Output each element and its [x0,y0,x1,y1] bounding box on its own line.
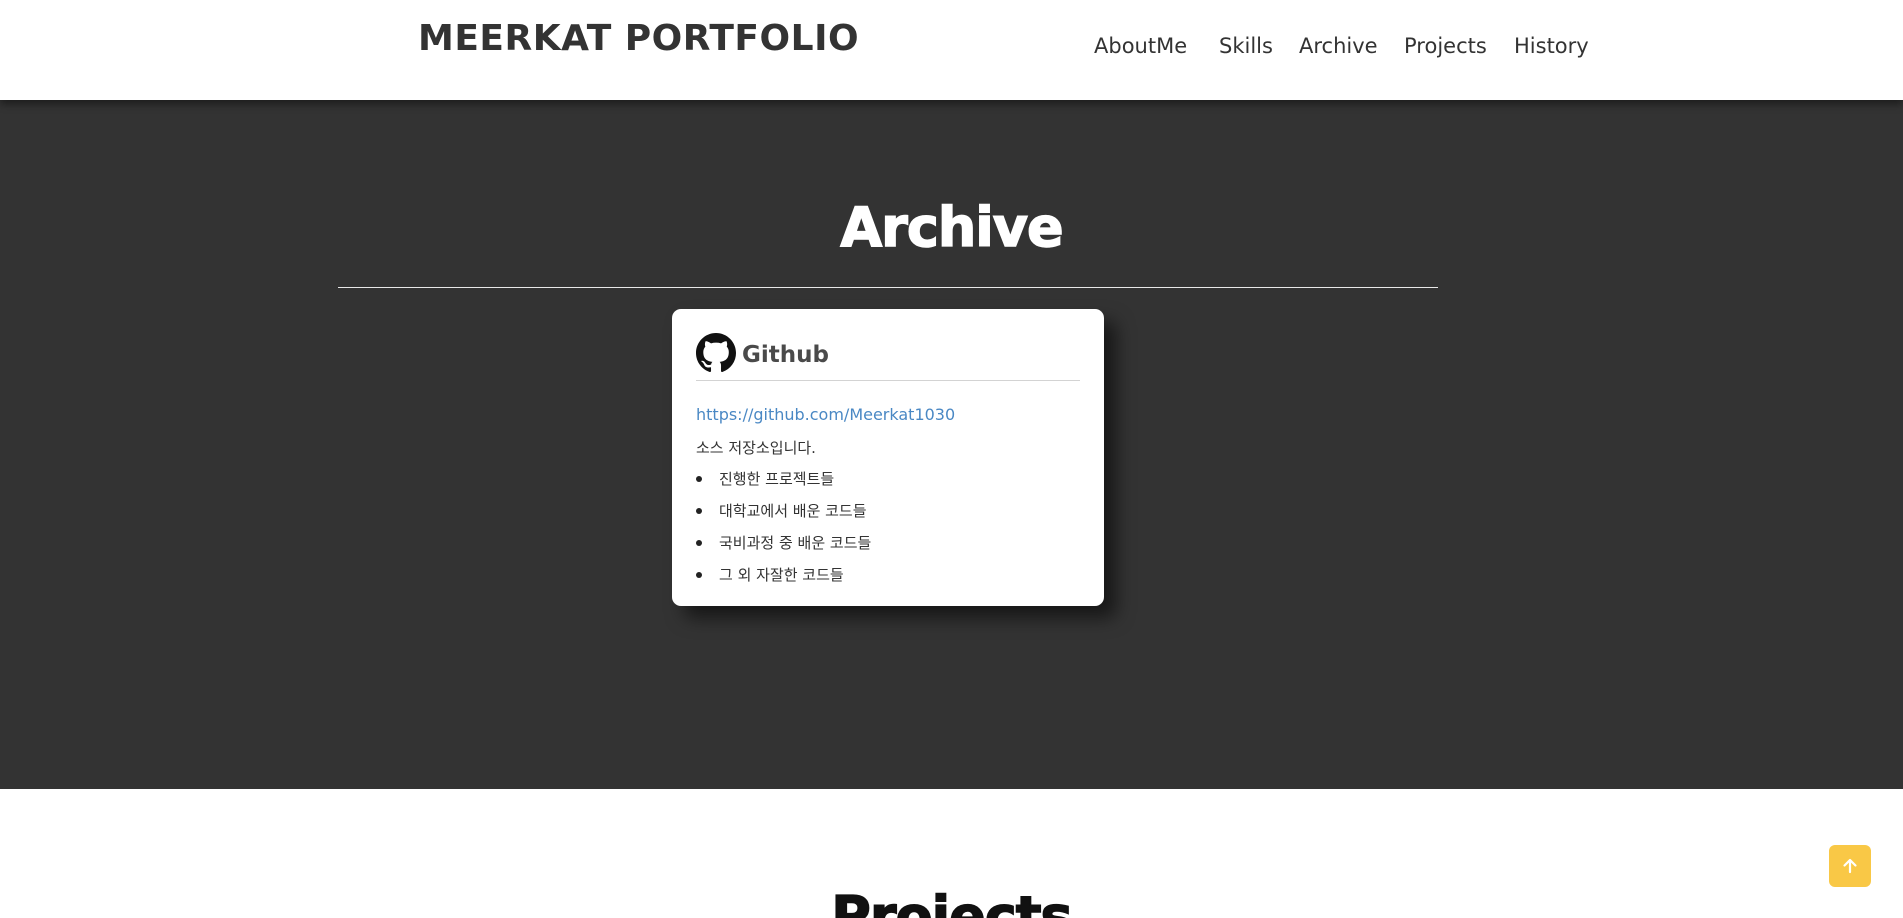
archive-section: Archive Github https://github.com/Meerka… [0,100,1903,789]
arrow-up-icon [1843,858,1857,874]
list-item: 진행한 프로젝트들 [696,469,871,501]
nav-item-aboutme[interactable]: AboutMe [1094,34,1187,58]
nav-item-history[interactable]: History [1514,34,1589,58]
card-list: 진행한 프로젝트들 대학교에서 배운 코드들 국비과정 중 배운 코드들 그 외… [696,469,871,597]
nav-item-skills[interactable]: Skills [1219,34,1273,58]
nav-item-archive[interactable]: Archive [1299,34,1378,58]
archive-title: Archive [840,195,1065,260]
section-divider [338,287,1438,288]
scroll-top-button[interactable] [1829,845,1871,887]
card-description: 소스 저장소입니다. [696,439,816,457]
card-title: Github [742,342,829,368]
list-item: 국비과정 중 배운 코드들 [696,533,871,565]
github-icon [696,333,736,373]
projects-title: Projects [831,884,1074,918]
projects-section: Projects [0,789,1903,918]
navbar: MEERKAT PORTFOLIO AboutMe Skills Archive… [0,0,1903,100]
list-item: 그 외 자잘한 코드들 [696,565,871,597]
github-link[interactable]: https://github.com/Meerkat1030 [696,405,955,424]
nav-item-projects[interactable]: Projects [1404,34,1487,58]
list-item: 대학교에서 배운 코드들 [696,501,871,533]
nav-menu: AboutMe Skills Archive Projects History [0,34,1903,64]
card-header: Github [696,333,1080,381]
github-card: Github https://github.com/Meerkat1030 소스… [672,309,1104,606]
